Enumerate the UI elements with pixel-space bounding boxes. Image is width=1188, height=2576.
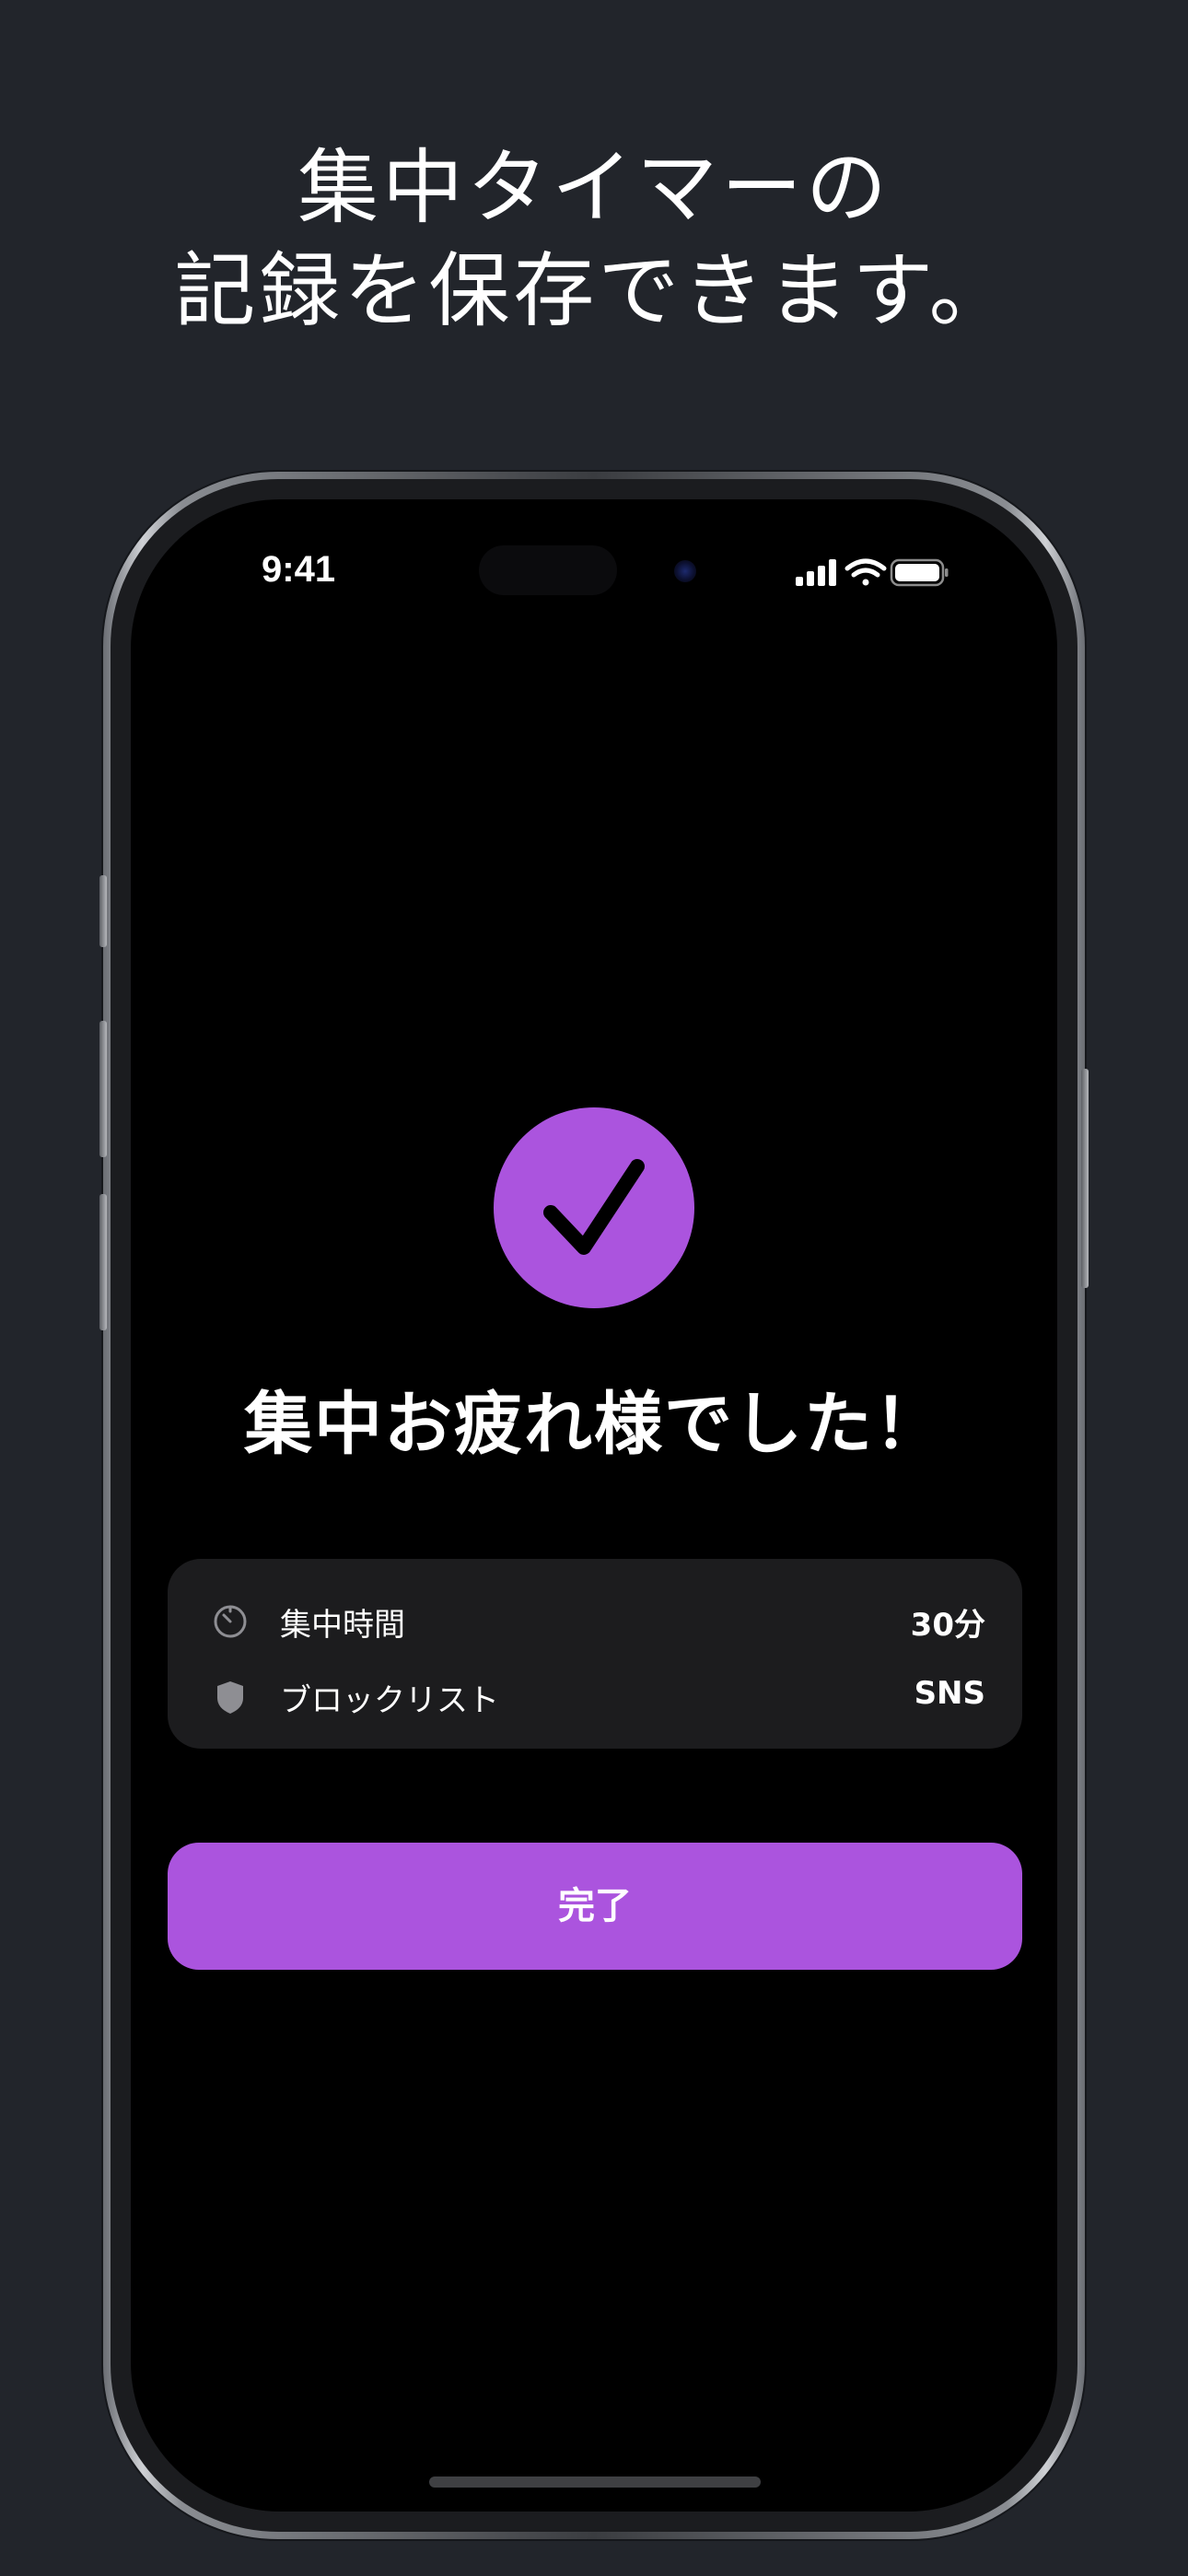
power-button [1081, 1069, 1089, 1288]
home-indicator[interactable] [429, 2476, 761, 2488]
promo-headline-line-1: 集中タイマーの [297, 140, 891, 235]
status-time: 9:41 [262, 549, 336, 590]
summary-value: 30分 [910, 1607, 985, 1644]
summary-row-blocklist: ブロックリスト SNS [168, 1669, 1022, 1725]
success-badge [494, 1107, 694, 1308]
front-camera-icon [674, 560, 696, 582]
promo-headline-line-2: 記録を保存できます。 [174, 243, 1014, 338]
session-summary-card: 集中時間 30分 ブロックリスト SNS [168, 1559, 1022, 1749]
checkmark-icon [543, 1159, 645, 1255]
summary-row-focus-time: 集中時間 30分 [168, 1594, 1022, 1649]
complete-button[interactable]: 完了 [168, 1843, 1022, 1970]
summary-label: ブロックリスト [280, 1682, 499, 1719]
status-icons [796, 558, 949, 587]
cellular-signal-icon [796, 559, 836, 586]
action-button [99, 875, 107, 947]
wifi-icon [844, 558, 887, 586]
volume-down-button [99, 1194, 107, 1330]
timer-icon [214, 1605, 247, 1638]
battery-icon [890, 558, 949, 587]
phone-screen: 9:41 集中お疲れ様でした！ 集中時間 30分 ブロックリスト SNS 完了 [131, 499, 1057, 2512]
shield-icon [217, 1681, 243, 1714]
summary-label: 集中時間 [280, 1607, 405, 1644]
summary-value: SNS [914, 1675, 985, 1712]
completion-title: 集中お疲れ様でした！ [244, 1385, 944, 1464]
volume-up-button [99, 1021, 107, 1157]
promo-headline: 集中タイマーの 記録を保存できます。 [0, 136, 1188, 343]
dynamic-island [479, 545, 617, 595]
